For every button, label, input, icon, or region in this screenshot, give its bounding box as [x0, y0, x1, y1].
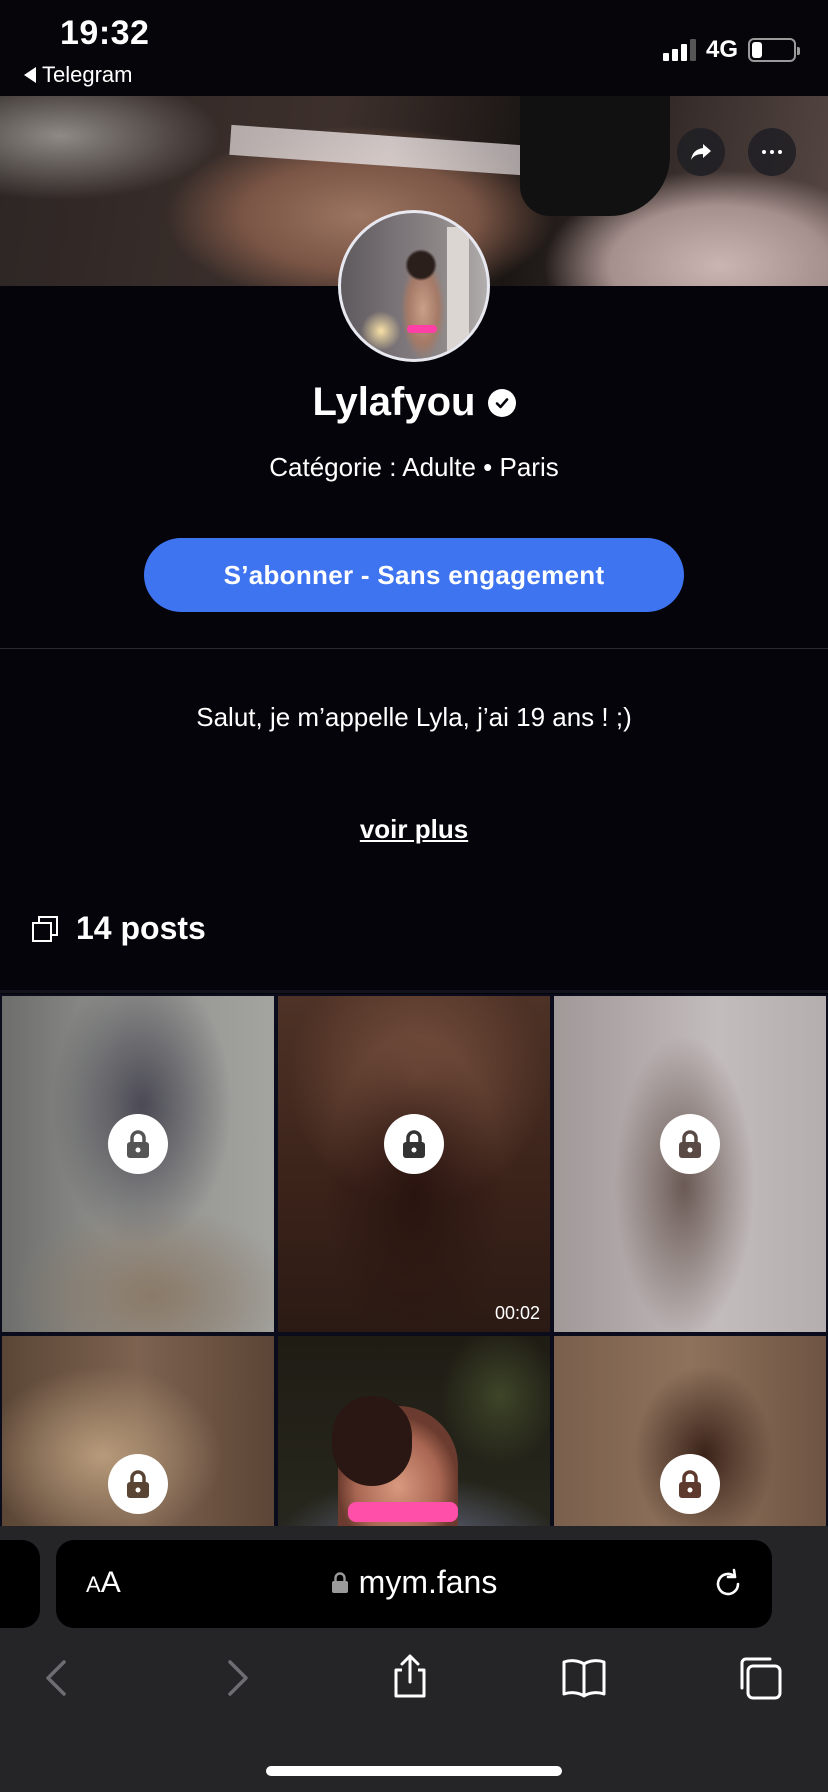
- posts-icon: [32, 915, 58, 942]
- tabs-icon[interactable]: [736, 1654, 784, 1702]
- bookmarks-icon[interactable]: [560, 1654, 608, 1702]
- status-indicators: 4G: [662, 36, 800, 64]
- page: 19:32 Telegram 4G Lylafyou Catégorie: A…: [0, 0, 828, 1792]
- profile-bio: Salut, je m’appelle Lyla, j’ai 19 ans ! …: [196, 702, 632, 732]
- back-icon[interactable]: [34, 1654, 82, 1702]
- profile-name: Lylafyou: [312, 380, 476, 424]
- battery-icon: [748, 38, 800, 62]
- more-icon: [762, 150, 782, 154]
- share-sheet-icon[interactable]: [386, 1652, 434, 1700]
- grid-separator: [0, 990, 828, 993]
- share-icon: [691, 144, 711, 160]
- back-triangle-icon: [24, 67, 36, 83]
- post-tile[interactable]: [554, 996, 826, 1332]
- more-button[interactable]: [748, 128, 796, 176]
- url-display[interactable]: mym.fans: [56, 1564, 772, 1601]
- back-to-app-link[interactable]: Telegram: [24, 62, 132, 88]
- post-tile[interactable]: [278, 1336, 550, 1526]
- post-tile[interactable]: 00:02: [278, 996, 550, 1332]
- lock-icon: [660, 1454, 720, 1514]
- back-app-label: Telegram: [42, 62, 133, 87]
- profile-name-row: Lylafyou: [0, 380, 828, 425]
- post-tile[interactable]: [2, 1336, 274, 1526]
- posts-grid: 00:02: [0, 994, 828, 1526]
- post-tile[interactable]: [554, 1336, 826, 1526]
- signal-icon: [662, 39, 696, 61]
- see-more-link[interactable]: voir plus: [0, 814, 828, 845]
- lock-icon: [384, 1114, 444, 1174]
- post-tile[interactable]: [2, 996, 274, 1332]
- previous-tab-peek[interactable]: [0, 1540, 40, 1628]
- reload-icon[interactable]: [710, 1566, 746, 1602]
- url-text: mym.fans: [358, 1564, 498, 1600]
- profile-category: Catégorie : Adulte • Paris: [269, 452, 559, 482]
- posts-count: 14 posts: [76, 910, 206, 946]
- posts-header: 14 posts: [32, 910, 206, 947]
- verified-icon: [487, 388, 516, 417]
- forward-icon[interactable]: [212, 1654, 260, 1702]
- status-bar: 19:32 Telegram 4G: [0, 0, 828, 96]
- browser-nav: [0, 1650, 828, 1710]
- lock-icon: [660, 1114, 720, 1174]
- subscribe-button[interactable]: S’abonner - Sans engagement: [144, 538, 684, 612]
- share-button[interactable]: [677, 128, 725, 176]
- divider: [0, 648, 828, 649]
- status-time: 19:32: [60, 14, 150, 52]
- network-label: 4G: [705, 36, 738, 63]
- avatar[interactable]: [338, 210, 490, 362]
- lock-icon: [108, 1114, 168, 1174]
- video-duration: 00:02: [494, 1303, 540, 1323]
- battery-fill: [752, 42, 762, 58]
- address-bar[interactable]: AA mym.fans: [56, 1540, 772, 1628]
- lock-url-icon: [331, 1571, 348, 1593]
- lock-icon: [108, 1454, 168, 1514]
- home-indicator[interactable]: [266, 1766, 562, 1776]
